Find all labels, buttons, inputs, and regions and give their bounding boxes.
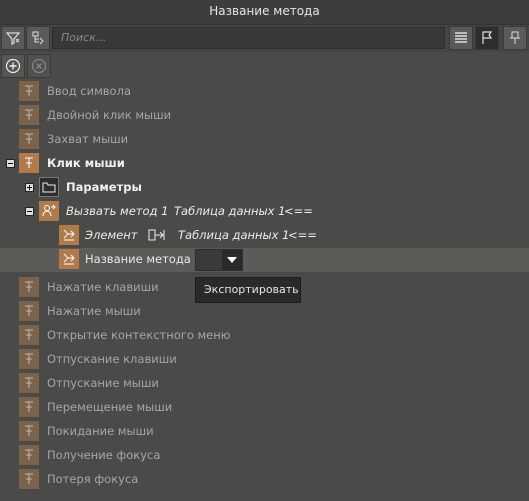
event-icon — [19, 445, 39, 465]
tree-item-label: Потеря фокуса — [47, 472, 139, 486]
tree-icon[interactable] — [26, 26, 50, 50]
tree-item[interactable]: Отпускание клавиши — [0, 348, 529, 372]
tree-item[interactable]: Параметры — [0, 176, 529, 200]
tree-item[interactable]: Вызвать метод 1 Таблица данных 1 <== — [0, 200, 529, 224]
tree-item-label: Элемент — [85, 228, 138, 242]
event-icon — [19, 105, 39, 125]
collapse-toggle[interactable] — [6, 159, 15, 168]
element-icon — [59, 249, 79, 269]
event-icon — [19, 421, 39, 441]
tree-item-label: Параметры — [66, 180, 142, 194]
tree-item-label: Отпускание мыши — [47, 376, 159, 390]
tree-item-label: Захват мыши — [47, 132, 129, 146]
cross-circle-icon — [31, 58, 47, 74]
collapse-toggle[interactable] — [25, 207, 34, 216]
search-input[interactable]: Поиск... — [52, 27, 445, 49]
tree-item-label: Отпускание клавиши — [47, 352, 177, 366]
tree-item[interactable]: Двойной клик мыши — [0, 104, 529, 128]
tree-item-label: Клик мыши — [47, 156, 125, 170]
expand-toggle[interactable] — [25, 183, 34, 192]
tree-item-label: Ввод символа — [47, 84, 131, 98]
pin-icon[interactable] — [503, 26, 527, 50]
tree-item[interactable]: Получение фокуса — [0, 444, 529, 468]
element-icon — [59, 225, 79, 245]
plus-circle-icon — [5, 58, 21, 74]
tree-item[interactable]: Открытие контекстного меню — [0, 324, 529, 348]
tree-item-target: Таблица данных 1 — [178, 228, 290, 242]
event-icon — [19, 81, 39, 101]
tree-item-arrow: <== — [284, 204, 313, 218]
filter-icon[interactable] — [1, 26, 25, 50]
tree-item[interactable]: Перемещение мыши — [0, 396, 529, 420]
actions-bar — [0, 53, 529, 79]
tree-item[interactable]: Захват мыши — [0, 128, 529, 152]
tree-item-arrow: <== — [288, 228, 317, 242]
event-icon — [19, 301, 39, 321]
event-icon — [19, 153, 39, 173]
chevron-down-icon[interactable] — [222, 250, 242, 270]
tree-item-label: Название метода — [85, 252, 191, 266]
link-icon[interactable] — [146, 225, 168, 245]
add-button[interactable] — [1, 54, 25, 78]
tree-item-target: Таблица данных 1 — [174, 204, 286, 218]
event-icon — [19, 469, 39, 489]
tree-item-label: Вызвать метод 1 — [66, 204, 169, 218]
tree-item[interactable]: Ввод символа — [0, 80, 529, 104]
tree-item[interactable]: Элемент Таблица данных 1 <== — [0, 224, 529, 248]
remove-button[interactable] — [27, 54, 51, 78]
window-title: Название метода — [0, 0, 529, 25]
tree-item[interactable]: Нажатие мыши — [0, 300, 529, 324]
event-icon — [19, 325, 39, 345]
tree-item-label: Нажатие клавиши — [47, 280, 159, 294]
event-icon — [19, 129, 39, 149]
flag-icon[interactable] — [475, 26, 499, 50]
tree-item[interactable]: Потеря фокуса — [0, 468, 529, 492]
tree-item-selected[interactable]: Название метода — [0, 248, 529, 272]
tree-item[interactable]: Покидание мыши — [0, 420, 529, 444]
tree-item-label: Нажатие мыши — [47, 304, 141, 318]
tree-item-label: Открытие контекстного меню — [47, 328, 231, 342]
value-dropdown[interactable] — [195, 249, 243, 271]
list-icon[interactable] — [449, 26, 473, 50]
folder-icon — [39, 177, 59, 197]
tree-item-label: Получение фокуса — [47, 448, 161, 462]
tree-item-label: Двойной клик мыши — [47, 108, 172, 122]
tree-item[interactable]: Отпускание мыши — [0, 372, 529, 396]
call-method-icon — [39, 201, 59, 221]
tree-item[interactable]: Нажатие клавиши — [0, 276, 529, 300]
event-icon — [19, 277, 39, 297]
event-icon — [19, 397, 39, 417]
event-icon — [19, 373, 39, 393]
event-icon — [19, 349, 39, 369]
toolbar: Поиск... — [0, 25, 529, 52]
tree-item-label: Перемещение мыши — [47, 400, 173, 414]
tree-item[interactable]: Клик мыши — [0, 152, 529, 176]
tree-item-label: Покидание мыши — [47, 424, 154, 438]
